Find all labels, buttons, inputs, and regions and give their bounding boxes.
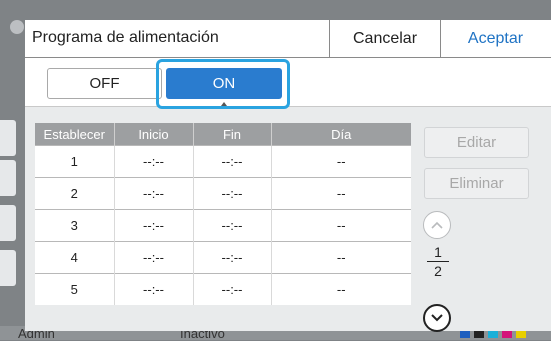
column-header-fin: Fin: [193, 123, 272, 146]
schedule-table: Establecer Inicio Fin Día 1 --:-- --:-- …: [35, 123, 411, 305]
day: --: [271, 177, 411, 210]
end-time: --:--: [193, 177, 272, 210]
background-left-tab: [0, 120, 16, 156]
column-header-inicio: Inicio: [114, 123, 194, 146]
settings-gear-icon: [10, 20, 24, 34]
dialog-content: OFF ON Establecer Inicio Fin Día 1 --:--…: [25, 58, 551, 332]
start-time: --:--: [114, 209, 194, 242]
power-schedule-dialog: Programa de alimentación Cancelar Acepta…: [25, 20, 551, 332]
page-indicator: 1 2: [427, 244, 449, 279]
column-header-dia: Día: [271, 123, 411, 146]
start-time: --:--: [114, 241, 194, 274]
table-row[interactable]: 3 --:-- --:-- --: [35, 209, 411, 242]
cancel-button[interactable]: Cancelar: [329, 20, 441, 57]
row-number: 3: [35, 209, 115, 242]
chevron-down-icon: [431, 314, 443, 322]
background-left-tab: [0, 160, 16, 196]
table-row[interactable]: 2 --:-- --:-- --: [35, 177, 411, 210]
delete-button[interactable]: Eliminar: [424, 168, 529, 199]
start-time: --:--: [114, 145, 194, 178]
end-time: --:--: [193, 241, 272, 274]
page-up-button[interactable]: [423, 211, 451, 239]
end-time: --:--: [193, 273, 272, 305]
day: --: [271, 273, 411, 305]
start-time: --:--: [114, 273, 194, 305]
edit-button[interactable]: Editar: [424, 127, 529, 158]
caret-up-icon: [221, 102, 227, 106]
table-header-row: Establecer Inicio Fin Día: [35, 123, 411, 146]
power-toggle-row: OFF ON: [25, 58, 551, 109]
row-number: 5: [35, 273, 115, 305]
dialog-title: Programa de alimentación: [32, 29, 219, 46]
page-current: 1: [434, 244, 442, 260]
off-button[interactable]: OFF: [47, 68, 162, 99]
day: --: [271, 241, 411, 274]
end-time: --:--: [193, 145, 272, 178]
start-time: --:--: [114, 177, 194, 210]
on-button[interactable]: ON: [166, 68, 282, 99]
day: --: [271, 209, 411, 242]
chevron-up-icon: [431, 221, 443, 229]
background-left-tab: [0, 250, 16, 286]
column-header-establecer: Establecer: [35, 123, 115, 146]
day: --: [271, 145, 411, 178]
dialog-title-bar: Programa de alimentación Cancelar Acepta…: [25, 20, 551, 58]
row-number: 1: [35, 145, 115, 178]
end-time: --:--: [193, 209, 272, 242]
page-total: 2: [434, 263, 442, 279]
row-number: 2: [35, 177, 115, 210]
row-number: 4: [35, 241, 115, 274]
table-row[interactable]: 5 --:-- --:-- --: [35, 273, 411, 305]
background-left-tab: [0, 205, 16, 241]
table-row[interactable]: 4 --:-- --:-- --: [35, 241, 411, 274]
page-down-button[interactable]: [423, 304, 451, 332]
table-row[interactable]: 1 --:-- --:-- --: [35, 145, 411, 178]
accept-button[interactable]: Aceptar: [440, 20, 551, 57]
